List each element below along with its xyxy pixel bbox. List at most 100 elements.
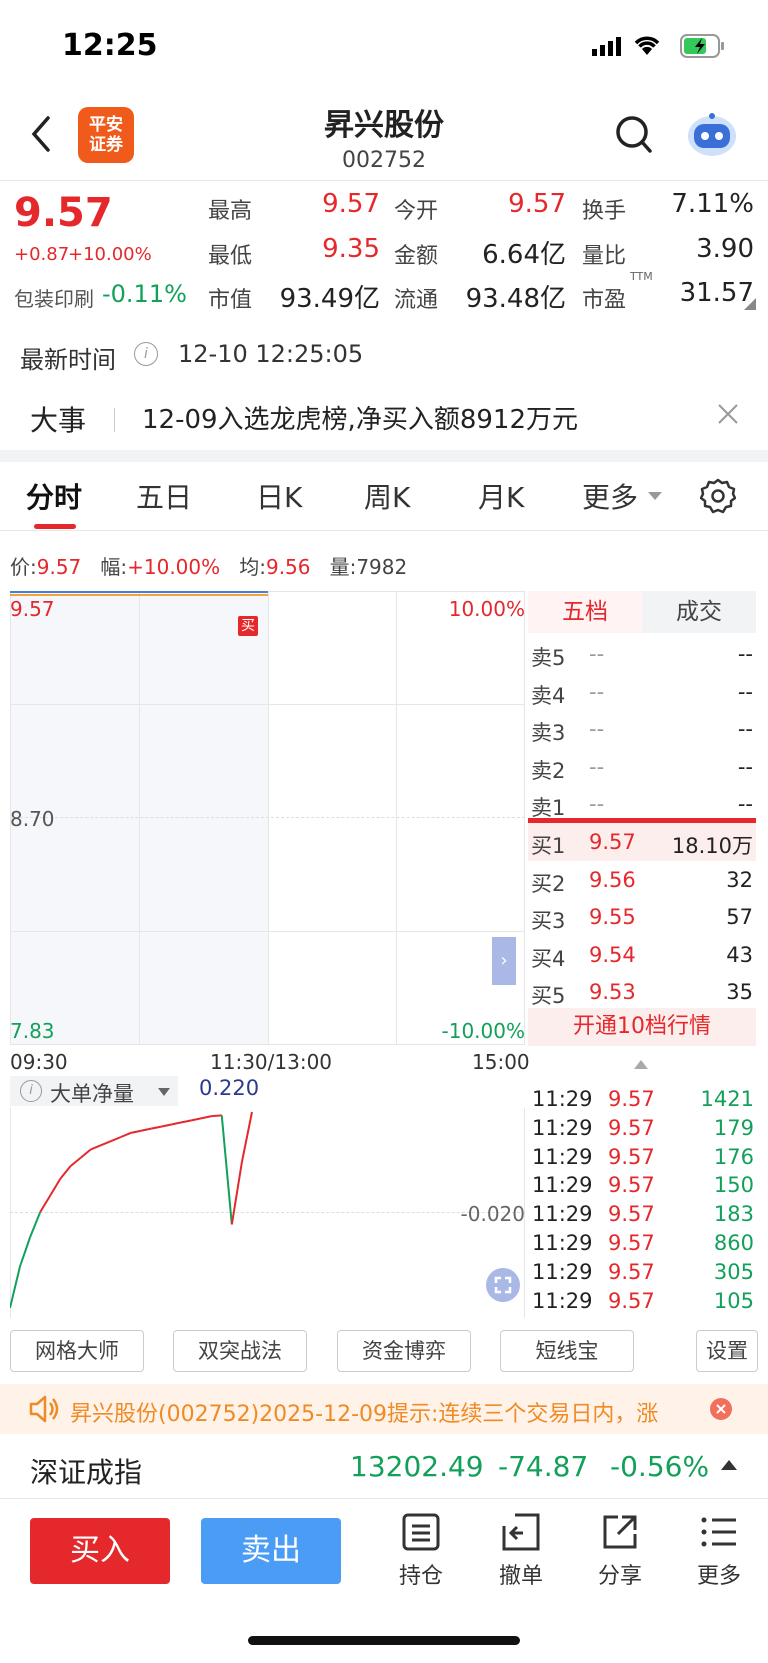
price-line-svg bbox=[10, 591, 268, 596]
speaker-icon bbox=[28, 1394, 60, 1428]
bid-label: 买4 bbox=[531, 946, 566, 971]
index-change: -74.87 bbox=[498, 1450, 589, 1483]
positions-button[interactable]: 持仓 bbox=[386, 1512, 456, 1590]
more-icon bbox=[701, 1517, 736, 1547]
amp-value: +10.00% bbox=[127, 555, 221, 579]
double-breakout-button[interactable]: 双突战法 bbox=[173, 1330, 307, 1372]
stat-value: 9.57 bbox=[322, 189, 380, 219]
indicator-segment bbox=[110, 1136, 122, 1143]
stat-label: 今开 bbox=[394, 199, 439, 224]
indicator-segment bbox=[69, 1157, 82, 1167]
bid-label: 买3 bbox=[531, 909, 566, 933]
avg-label: 均: bbox=[239, 555, 266, 579]
tab-fenshi[interactable]: 分时 bbox=[26, 476, 82, 516]
ask-row[interactable]: 卖3 -- -- bbox=[531, 711, 753, 748]
stat-value: 9.57 bbox=[508, 189, 566, 219]
cancel-order-label: 撤单 bbox=[498, 1564, 543, 1589]
bid-label: 买5 bbox=[531, 984, 566, 1008]
trade-row: 11:29 9.57 860 bbox=[532, 1231, 754, 1259]
signal-icon bbox=[592, 36, 622, 60]
buy-button[interactable]: 买入 bbox=[30, 1518, 170, 1584]
bid-row[interactable]: 买3 9.55 57 bbox=[531, 899, 753, 936]
grid-master-button[interactable]: 网格大师 bbox=[10, 1330, 144, 1372]
index-name[interactable]: 深证成指 bbox=[30, 1451, 142, 1491]
ask-row[interactable]: 卖2 -- -- bbox=[531, 749, 753, 786]
indicator-line-svg bbox=[10, 1111, 253, 1309]
bid-row[interactable]: 买4 9.54 43 bbox=[531, 937, 753, 974]
bid-volume: 57 bbox=[726, 905, 753, 929]
indicator-name: 大单净量 bbox=[50, 1082, 134, 1106]
trade-volume: 150 bbox=[713, 1173, 754, 1198]
ask-volume: -- bbox=[737, 717, 753, 741]
close-icon[interactable] bbox=[716, 402, 740, 430]
ask-row[interactable]: 卖4 -- -- bbox=[531, 674, 753, 711]
trade-time: 11:29 bbox=[532, 1202, 593, 1227]
stat-label: 量比 bbox=[582, 244, 627, 269]
upgrade-10-level-button[interactable]: 开通10档行情 bbox=[528, 1008, 756, 1046]
sell-button[interactable]: 卖出 bbox=[201, 1518, 341, 1584]
sector-name[interactable]: 包装印刷 bbox=[14, 283, 94, 312]
ask-label: 卖2 bbox=[531, 758, 566, 783]
notice-bar[interactable]: 昇兴股份(002752)2025-12-09提示:连续三个交易日内，涨 bbox=[0, 1384, 768, 1434]
sector-change: -0.11% bbox=[102, 280, 187, 308]
expand-panel-button[interactable]: › bbox=[492, 937, 516, 985]
news-headline[interactable]: 12-09入选龙虎榜,净买入额8912万元 bbox=[142, 399, 578, 436]
indicator-segment bbox=[181, 1119, 192, 1124]
bid-label: 买2 bbox=[531, 871, 566, 896]
bid-volume: 43 bbox=[726, 942, 753, 967]
ask-volume: -- bbox=[737, 792, 753, 816]
index-value: 13202.49 bbox=[350, 1450, 484, 1483]
tab-five-levels[interactable]: 五档 bbox=[528, 591, 642, 633]
intraday-chart[interactable]: 买 9.57 8.70 7.83 10.00% -10.00% › bbox=[10, 591, 525, 1045]
info-icon[interactable]: i bbox=[134, 342, 158, 366]
close-icon[interactable] bbox=[710, 1398, 732, 1420]
trade-price: 9.57 bbox=[608, 1231, 655, 1255]
tab-more[interactable]: 更多 bbox=[582, 476, 638, 516]
ask-row[interactable]: 卖5 -- -- bbox=[531, 636, 753, 673]
positions-label: 持仓 bbox=[398, 1564, 443, 1589]
trade-row: 11:29 9.57 183 bbox=[532, 1202, 754, 1230]
y-axis-top-pct: 10.00% bbox=[448, 597, 525, 621]
expand-corner-icon[interactable] bbox=[744, 298, 756, 310]
stat-label: 金额 bbox=[394, 244, 439, 269]
bid-row[interactable]: 买2 9.56 32 bbox=[531, 862, 753, 899]
x-axis-start: 09:30 bbox=[10, 1050, 68, 1074]
indicator-segment bbox=[161, 1123, 172, 1128]
info-line: 价:9.57 幅:+10.00% 均:9.56 量:7982 bbox=[10, 551, 407, 580]
scroll-up-icon[interactable] bbox=[634, 1060, 648, 1069]
search-icon[interactable] bbox=[614, 114, 654, 160]
avg-value: 9.56 bbox=[265, 555, 311, 579]
gear-icon[interactable] bbox=[699, 478, 737, 518]
tab-monthly-k[interactable]: 月K bbox=[478, 476, 524, 516]
trade-row: 11:29 9.57 179 bbox=[532, 1116, 754, 1144]
tab-trades[interactable]: 成交 bbox=[642, 591, 756, 633]
bid-price: 9.57 bbox=[589, 830, 636, 854]
share-button[interactable]: 分享 bbox=[585, 1512, 655, 1590]
fullscreen-icon[interactable] bbox=[486, 1268, 520, 1302]
stat-label: 市值 bbox=[208, 288, 253, 313]
robot-assistant-icon[interactable] bbox=[686, 110, 738, 162]
more-button[interactable]: 更多 bbox=[684, 1512, 754, 1590]
bid-row[interactable]: 买5 9.53 35 bbox=[531, 974, 753, 1011]
cancel-order-button[interactable]: 撤单 bbox=[486, 1512, 556, 1590]
trade-time: 11:29 bbox=[532, 1288, 593, 1313]
fund-game-button[interactable]: 资金博弈 bbox=[337, 1330, 471, 1372]
trade-time: 11:29 bbox=[532, 1144, 593, 1169]
stat-label: 最低 bbox=[208, 244, 253, 269]
settings-button[interactable]: 设置 bbox=[696, 1330, 758, 1372]
chevron-down-icon bbox=[648, 492, 662, 500]
short-line-button[interactable]: 短线宝 bbox=[500, 1330, 634, 1372]
ask-price: -- bbox=[589, 754, 605, 779]
tab-daily-k[interactable]: 日K bbox=[256, 476, 302, 516]
chevron-up-icon[interactable] bbox=[721, 1460, 737, 1470]
tab-weekly-k[interactable]: 周K bbox=[364, 476, 410, 516]
trade-row: 11:29 9.57 105 bbox=[532, 1289, 754, 1317]
tab-five-day[interactable]: 五日 bbox=[136, 476, 192, 516]
vol-label: 量: bbox=[329, 555, 357, 579]
indicator-segment bbox=[211, 1114, 222, 1118]
trade-row: 11:29 9.57 1421 bbox=[532, 1087, 754, 1115]
bid-row[interactable]: 买1 9.57 18.10万 bbox=[531, 824, 753, 861]
stat-label: 换手 bbox=[582, 199, 627, 224]
indicator-selector[interactable]: i 大单净量 bbox=[10, 1076, 178, 1106]
indicator-segment bbox=[230, 1161, 243, 1225]
